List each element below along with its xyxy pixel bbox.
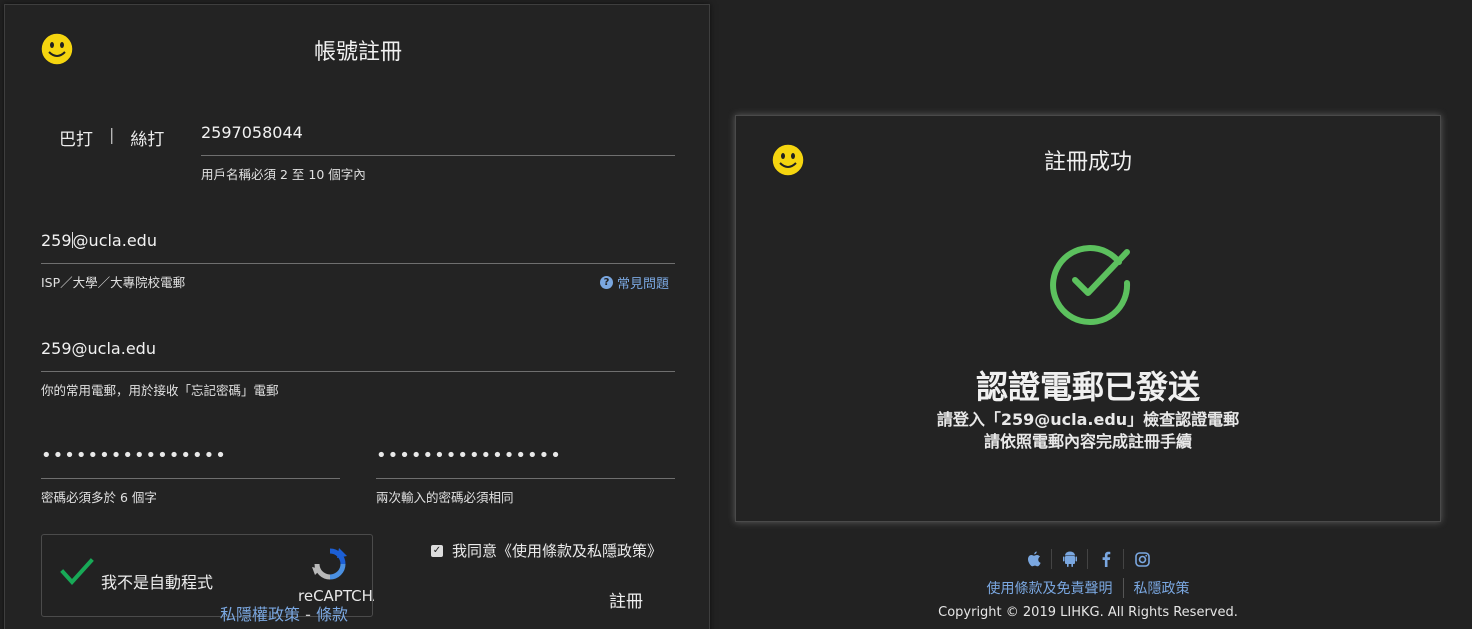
password-confirm-field: •••••••••••••••• 兩次輸入的密碼必須相同	[376, 444, 675, 506]
faq-link[interactable]: ? 常見問題	[599, 273, 669, 292]
success-line-1: 請登入「259@ucla.edu」檢查認證電郵	[936, 410, 1240, 429]
agree-label: 我同意《使用條款及私隱政策》	[452, 542, 663, 560]
register-title: 帳號註冊	[313, 40, 402, 65]
recaptcha-links: 私隱權政策 - 條款	[220, 601, 348, 625]
facebook-icon[interactable]	[1088, 549, 1124, 569]
recaptcha-logo-icon	[312, 548, 347, 580]
footer-links: 使用條款及免責聲明 私隱政策	[735, 578, 1441, 598]
success-panel: 註冊成功 認證電郵已發送 請登入「259@ucla.edu」檢查認證電郵 請依照…	[735, 115, 1441, 522]
isp-email-field: 259@ucla.edu ISP／大學／大專院校電郵	[41, 229, 675, 291]
common-email-input[interactable]: 259@ucla.edu	[41, 337, 675, 361]
username-input[interactable]: 2597058044	[201, 121, 675, 145]
recaptcha-label: 我不是自動程式	[101, 573, 214, 592]
password-input[interactable]: ••••••••••••••••	[41, 444, 340, 468]
password-confirm-underline	[376, 478, 675, 479]
recaptcha-checkmark-icon[interactable]	[60, 557, 94, 587]
password-hint: 密碼必須多於 6 個字	[41, 490, 157, 505]
segment-separator: |	[109, 125, 115, 144]
instagram-icon[interactable]	[1124, 549, 1160, 569]
recaptcha-privacy-link[interactable]: 私隱權政策	[220, 605, 300, 624]
password-field: •••••••••••••••• 密碼必須多於 6 個字	[41, 444, 340, 506]
isp-email-input[interactable]: 259@ucla.edu	[41, 229, 675, 253]
apple-icon[interactable]	[1016, 549, 1052, 569]
success-check-icon	[1050, 245, 1131, 326]
footer-icons	[735, 549, 1441, 569]
segment-brother[interactable]: 巴打	[59, 125, 93, 150]
segment-sister[interactable]: 絲打	[130, 125, 164, 150]
android-icon[interactable]	[1052, 549, 1088, 569]
username-underline	[201, 155, 675, 156]
footer-copyright: Copyright © 2019 LIHKG. All Rights Reser…	[938, 605, 1238, 620]
success-title: 註冊成功	[1043, 150, 1132, 175]
gender-selector: 巴打 | 絲打	[59, 125, 164, 150]
isp-email-text-after: @ucla.edu	[72, 231, 157, 250]
isp-email-text-before: 259	[41, 231, 72, 250]
password-confirm-hint: 兩次輸入的密碼必須相同	[376, 490, 514, 505]
recaptcha-terms-link[interactable]: 條款	[316, 605, 348, 624]
isp-email-hint: ISP／大學／大專院校電郵	[41, 275, 186, 290]
common-email-underline	[41, 371, 675, 372]
footer-terms-link[interactable]: 使用條款及免責聲明	[977, 578, 1124, 598]
agree-checkbox[interactable]: ✓	[431, 544, 443, 557]
password-confirm-input[interactable]: ••••••••••••••••	[376, 444, 675, 468]
agree-terms[interactable]: ✓ 我同意《使用條款及私隱政策》	[431, 540, 662, 561]
isp-email-underline	[41, 263, 675, 264]
recaptcha-links-dash: -	[300, 605, 316, 624]
common-email-field: 259@ucla.edu 你的常用電郵，用於接收「忘記密碼」電郵	[41, 337, 675, 399]
success-heading: 認證電郵已發送	[975, 368, 1200, 406]
username-hint: 用戶名稱必須 2 至 10 個字內	[201, 167, 366, 182]
username-field: 2597058044 用戶名稱必須 2 至 10 個字內	[201, 121, 675, 183]
common-email-hint: 你的常用電郵，用於接收「忘記密碼」電郵	[41, 383, 279, 398]
faq-label: 常見問題	[616, 277, 669, 292]
register-submit-button[interactable]: 註冊	[603, 585, 649, 614]
register-panel: 帳號註冊 巴打 | 絲打 2597058044 用戶名稱必須 2 至 10 個字…	[4, 4, 710, 629]
password-underline	[41, 478, 340, 479]
footer-privacy-link[interactable]: 私隱政策	[1124, 578, 1200, 598]
question-icon: ?	[599, 276, 613, 289]
recaptcha-widget: 我不是自動程式 reCAPTCHA 私隱權政策 - 條款	[41, 534, 374, 624]
success-line-2: 請依照電郵內容完成註冊手續	[983, 432, 1192, 451]
